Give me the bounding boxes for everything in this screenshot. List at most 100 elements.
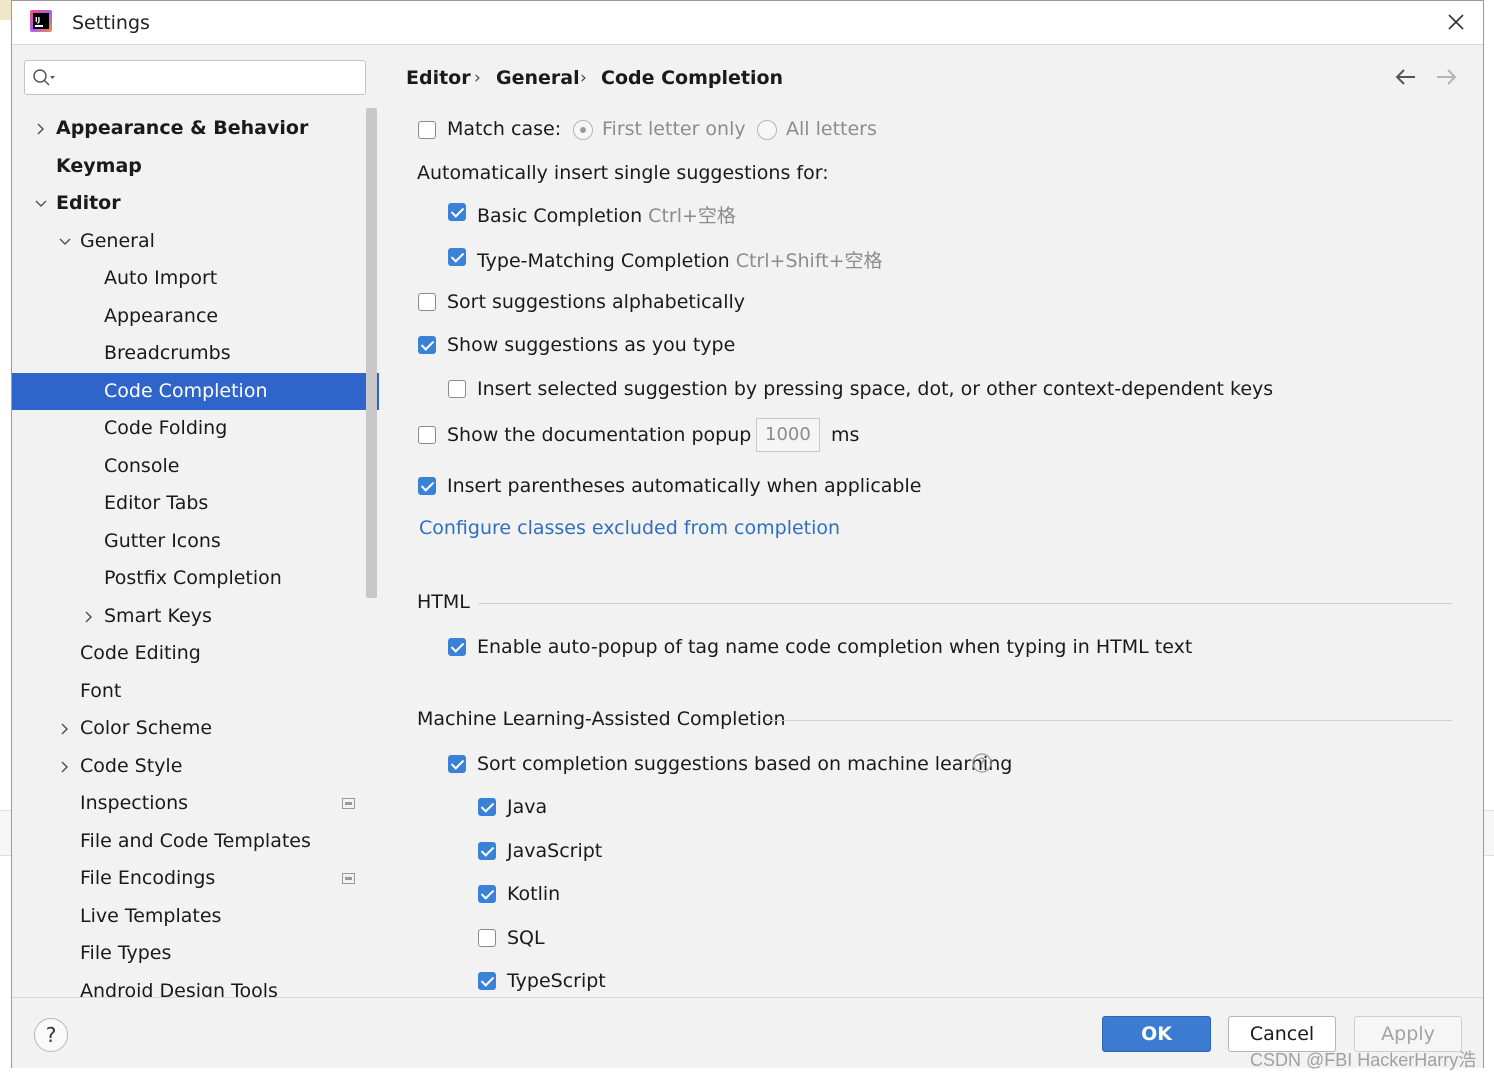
chevron-right-icon[interactable]	[34, 122, 48, 136]
chevron-right-icon[interactable]	[82, 610, 96, 624]
ml-typescript-label: TypeScript	[507, 970, 606, 992]
sidebar-item-label: Breadcrumbs	[104, 342, 231, 364]
sidebar-item-appearance-behavior[interactable]: Appearance & Behavior	[12, 110, 379, 147]
insert-selected-checkbox[interactable]	[448, 380, 466, 398]
sidebar-item-postfix-completion[interactable]: Postfix Completion	[12, 560, 379, 597]
project-scope-icon	[342, 873, 355, 884]
sidebar-item-label: Font	[80, 679, 122, 702]
sidebar-item-file-and-code-templates[interactable]: File and Code Templates	[12, 823, 379, 860]
sidebar-item-auto-import[interactable]: Auto Import	[12, 260, 379, 297]
ml-javascript-checkbox[interactable]	[478, 841, 496, 860]
html-section-divider	[478, 603, 1452, 604]
sidebar-item-label: Code Folding	[104, 417, 228, 439]
sidebar-item-font[interactable]: Font	[12, 673, 379, 710]
breadcrumb-editor[interactable]: Editor	[406, 67, 471, 89]
intellij-app-icon: IJ	[30, 10, 52, 32]
sidebar-item-file-types[interactable]: File Types	[12, 935, 379, 972]
sidebar-item-inspections[interactable]: Inspections	[12, 785, 379, 822]
background-editor-top-left	[0, 0, 11, 20]
sidebar-item-label: File Types	[80, 942, 172, 964]
arrow-right-icon[interactable]	[1434, 67, 1458, 87]
sidebar-item-code-folding[interactable]: Code Folding	[12, 410, 379, 447]
ml-typescript-checkbox[interactable]	[478, 972, 496, 990]
ml-javascript-label: JavaScript	[507, 839, 603, 862]
ok-button[interactable]: OK	[1102, 1016, 1211, 1052]
insert-parentheses-checkbox[interactable]	[418, 477, 436, 495]
sidebar-item-appearance[interactable]: Appearance	[12, 298, 379, 335]
sidebar-item-label: Inspections	[80, 792, 189, 814]
svg-text:IJ: IJ	[35, 16, 40, 24]
sidebar-item-label: Code Style	[80, 754, 183, 777]
sidebar-item-android-design-tools[interactable]: Android Design Tools	[12, 973, 379, 998]
sidebar-item-label: Gutter Icons	[104, 529, 221, 552]
doc-popup-checkbox[interactable]	[418, 426, 436, 444]
all-letters-radio[interactable]	[757, 120, 777, 140]
chevron-down-icon[interactable]	[34, 197, 48, 211]
sidebar-item-label: Appearance	[104, 304, 219, 327]
sidebar-item-color-scheme[interactable]: Color Scheme	[12, 710, 379, 747]
sidebar-item-console[interactable]: Console	[12, 448, 379, 485]
first-letter-only-radio[interactable]	[573, 120, 593, 140]
svg-text:?: ?	[979, 757, 986, 772]
sidebar-item-code-style[interactable]: Code Style	[12, 748, 379, 785]
ml-section-divider	[766, 720, 1452, 721]
sidebar-item-label: Color Scheme	[80, 717, 213, 739]
sidebar-item-breadcrumbs[interactable]: Breadcrumbs	[12, 335, 379, 372]
watermark-text: CSDN @FBI HackerHarry浩	[1250, 1050, 1477, 1070]
close-icon[interactable]	[1443, 9, 1469, 35]
html-auto-popup-label: Enable auto-popup of tag name code compl…	[477, 636, 1193, 658]
sidebar-item-editor[interactable]: Editor	[12, 185, 379, 222]
chevron-right-icon[interactable]	[58, 760, 72, 774]
ml-sql-checkbox[interactable]	[478, 928, 496, 947]
sidebar-item-label: General	[80, 229, 155, 252]
doc-popup-delay-input[interactable]: 1000	[756, 418, 820, 452]
sidebar-item-gutter-icons[interactable]: Gutter Icons	[12, 523, 379, 560]
search-field[interactable]	[24, 60, 366, 95]
ml-sort-checkbox[interactable]	[448, 755, 466, 773]
settings-content: Editor › General › Code Completion Match…	[380, 45, 1483, 997]
ml-sort-label: Sort completion suggestions based on mac…	[477, 753, 1013, 775]
all-letters-label: All letters	[786, 118, 877, 140]
type-matching-shortcut: Ctrl+Shift+空格	[735, 250, 883, 272]
sidebar-scrollbar[interactable]	[366, 108, 377, 598]
basic-completion-label: Basic Completion Ctrl+空格	[477, 205, 736, 227]
sidebar-item-smart-keys[interactable]: Smart Keys	[12, 598, 379, 635]
sidebar-item-keymap[interactable]: Keymap	[12, 148, 379, 185]
show-as-type-checkbox[interactable]	[418, 336, 436, 354]
arrow-left-icon[interactable]	[1394, 67, 1418, 87]
breadcrumb-separator: ›	[580, 68, 587, 88]
basic-completion-checkbox[interactable]	[448, 203, 466, 221]
sidebar-item-general[interactable]: General	[12, 223, 379, 260]
sidebar-item-file-encodings[interactable]: File Encodings	[12, 860, 379, 897]
type-matching-checkbox[interactable]	[448, 248, 466, 266]
sidebar-item-code-editing[interactable]: Code Editing	[12, 635, 379, 672]
chevron-right-icon[interactable]	[58, 722, 72, 736]
help-button[interactable]: ?	[34, 1018, 68, 1052]
sidebar-item-label: Live Templates	[80, 904, 222, 927]
sidebar-item-editor-tabs[interactable]: Editor Tabs	[12, 485, 379, 522]
ml-kotlin-checkbox[interactable]	[478, 885, 496, 903]
match-case-checkbox[interactable]	[418, 121, 436, 139]
help-icon[interactable]: ?	[972, 753, 992, 773]
configure-excluded-classes-link[interactable]: Configure classes excluded from completi…	[419, 517, 840, 539]
doc-popup-label: Show the documentation popup in	[447, 424, 775, 446]
sidebar-item-label: Appearance & Behavior	[56, 117, 309, 139]
sort-alphabetically-checkbox[interactable]	[418, 293, 436, 311]
search-input[interactable]	[59, 65, 359, 91]
ml-java-checkbox[interactable]	[478, 798, 496, 816]
basic-completion-shortcut: Ctrl+空格	[648, 205, 736, 227]
insert-selected-label: Insert selected suggestion by pressing s…	[477, 378, 1274, 400]
search-icon	[33, 69, 55, 86]
html-auto-popup-checkbox[interactable]	[448, 638, 466, 656]
breadcrumb-general[interactable]: General	[496, 67, 580, 89]
settings-sidebar: Appearance & Behavior Keymap Editor General…	[12, 45, 379, 997]
insert-parentheses-label: Insert parentheses automatically when ap…	[447, 475, 922, 497]
sidebar-item-live-templates[interactable]: Live Templates	[12, 898, 379, 935]
sidebar-item-label: Keymap	[56, 154, 142, 177]
sidebar-item-label: Smart Keys	[104, 604, 212, 627]
chevron-down-icon[interactable]	[58, 235, 72, 249]
sidebar-item-label: File Encodings	[80, 867, 216, 889]
sidebar-item-label: File and Code Templates	[80, 829, 311, 852]
show-as-type-label: Show suggestions as you type	[447, 334, 736, 356]
sidebar-item-code-completion[interactable]: Code Completion	[12, 372, 379, 410]
